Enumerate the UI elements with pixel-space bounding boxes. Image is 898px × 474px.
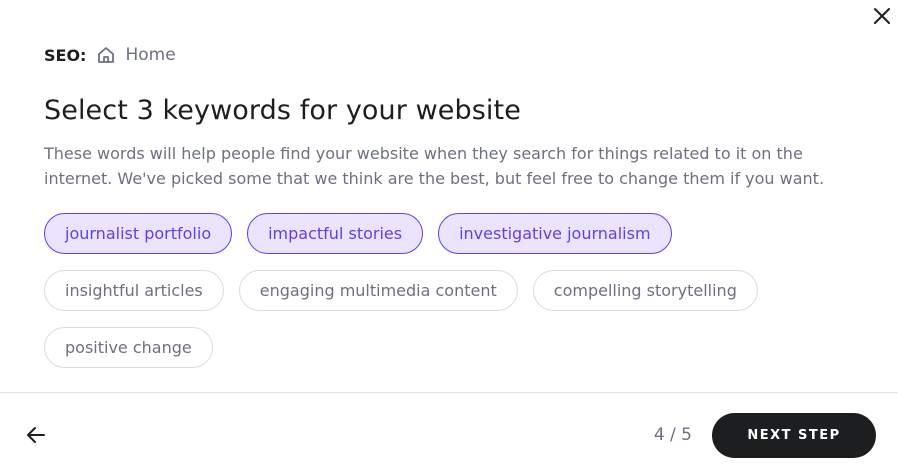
keyword-chip[interactable]: positive change: [44, 327, 213, 368]
keyword-chip[interactable]: investigative journalism: [438, 213, 672, 254]
home-icon: [96, 45, 116, 65]
back-button[interactable]: [24, 423, 48, 447]
page-description: These words will help people find your w…: [44, 144, 825, 188]
keyword-chip[interactable]: impactful stories: [247, 213, 424, 254]
close-icon: [874, 8, 890, 24]
modal-content: SEO: Home Select 3 keywords for your web…: [0, 0, 898, 368]
keyword-chip-list: journalist portfolio impactful stories inv…: [44, 213, 844, 368]
next-step-button[interactable]: NEXT STEP: [712, 413, 876, 458]
keyword-chip[interactable]: engaging multimedia content: [238, 270, 518, 311]
step-counter: 4 / 5: [653, 425, 692, 445]
close-button[interactable]: [870, 4, 894, 28]
keyword-chip[interactable]: compelling storytelling: [532, 270, 758, 311]
keyword-selection-modal: SEO: Home Select 3 keywords for your web…: [0, 0, 898, 474]
arrow-left-icon: [27, 427, 45, 443]
page-title: Select 3 keywords for your website: [44, 95, 521, 126]
keyword-chip[interactable]: insightful articles: [44, 270, 224, 311]
breadcrumb-page: Home: [125, 45, 176, 65]
keyword-chip[interactable]: journalist portfolio: [44, 213, 233, 254]
breadcrumb-label: SEO:: [44, 45, 87, 65]
modal-footer: 4 / 5 NEXT STEP: [0, 393, 898, 474]
breadcrumb: SEO: Home: [44, 44, 854, 66]
